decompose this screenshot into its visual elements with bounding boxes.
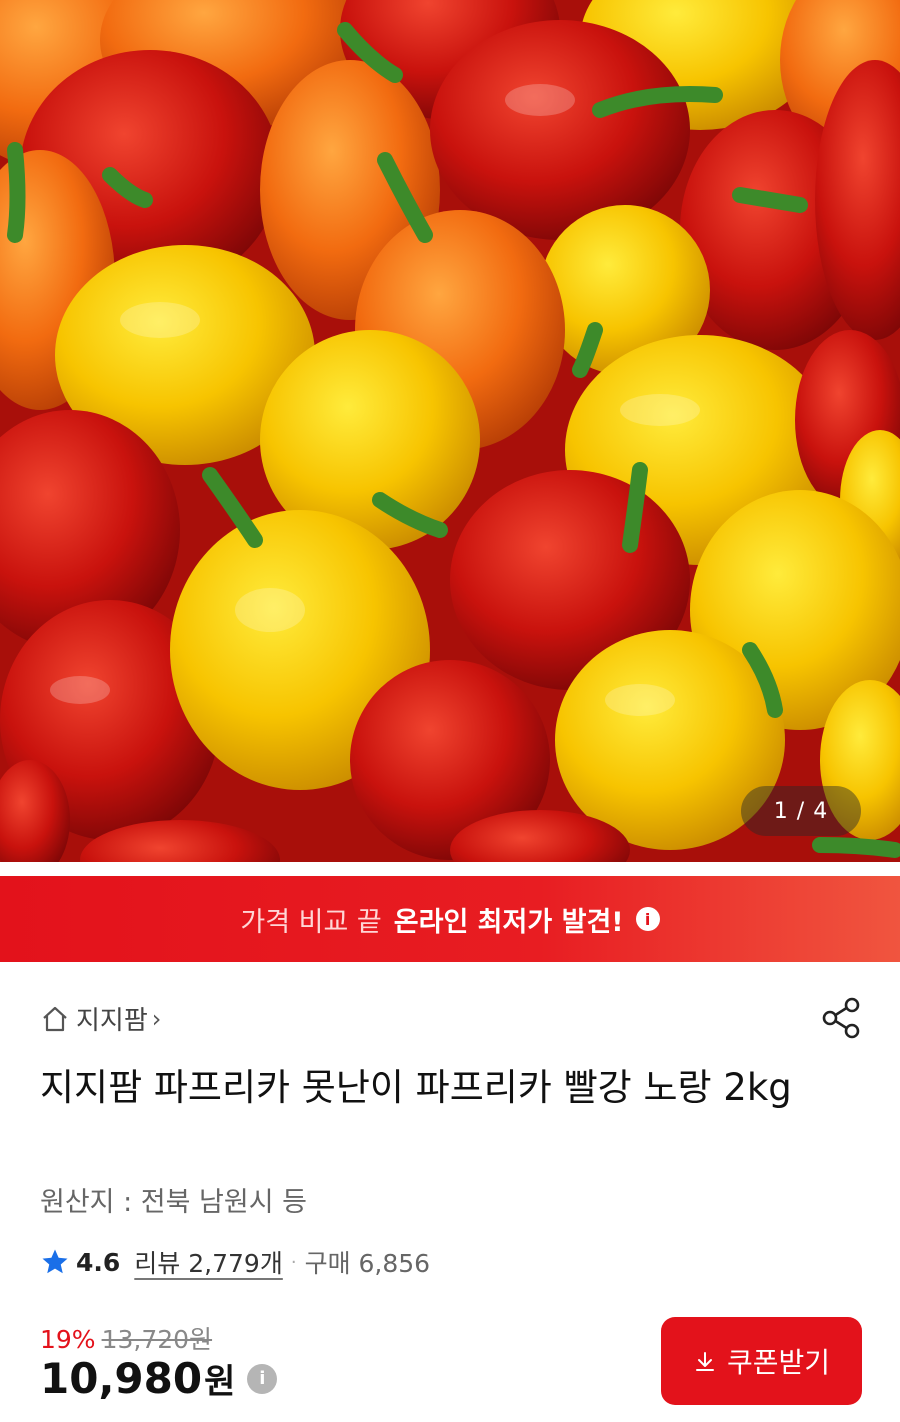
price-discount-row: 19% 13,720원: [40, 1320, 212, 1356]
chevron-right-icon: ›: [151, 1004, 162, 1033]
sale-price: 10,980: [40, 1354, 203, 1403]
get-coupon-button[interactable]: 쿠폰받기: [661, 1317, 862, 1405]
separator-dot: ·: [290, 1251, 297, 1273]
product-image-carousel[interactable]: 1 / 4: [0, 0, 900, 862]
info-icon[interactable]: i: [635, 907, 660, 931]
sale-price-row: 10,980 원 i: [40, 1354, 278, 1403]
coupon-button-label: 쿠폰받기: [726, 1347, 831, 1378]
store-link[interactable]: 지지팜 ›: [40, 1000, 161, 1037]
share-icon[interactable]: [820, 996, 864, 1040]
original-price: 13,720원: [101, 1325, 213, 1354]
promo-prefix: 가격 비교 끝: [240, 906, 382, 938]
purchase-count: 구매 6,856: [304, 1249, 431, 1278]
discount-rate: 19%: [40, 1325, 96, 1354]
promo-highlight: 온라인 최저가 발견!: [393, 906, 624, 938]
product-origin: 원산지 : 전북 남원시 등: [40, 1187, 307, 1218]
product-title: 지지팜 파프리카 못난이 파프리카 빨강 노랑 2kg: [40, 1066, 792, 1109]
product-photo: [0, 0, 900, 862]
price-info-icon[interactable]: i: [247, 1363, 278, 1394]
image-pager-indicator: 1 / 4: [741, 786, 861, 836]
review-count-link[interactable]: 리뷰 2,779개: [134, 1244, 283, 1280]
rating-score: 4.6: [76, 1247, 121, 1277]
rating-row: 4.6 리뷰 2,779개 · 구매 6,856: [40, 1244, 430, 1280]
store-name: 지지팜: [76, 1006, 148, 1036]
lowest-price-banner[interactable]: 가격 비교 끝 온라인 최저가 발견! i: [0, 876, 900, 962]
currency-unit: 원: [204, 1362, 236, 1402]
home-icon: [43, 1006, 67, 1031]
download-icon: [695, 1352, 714, 1371]
star-icon: [42, 1249, 68, 1274]
